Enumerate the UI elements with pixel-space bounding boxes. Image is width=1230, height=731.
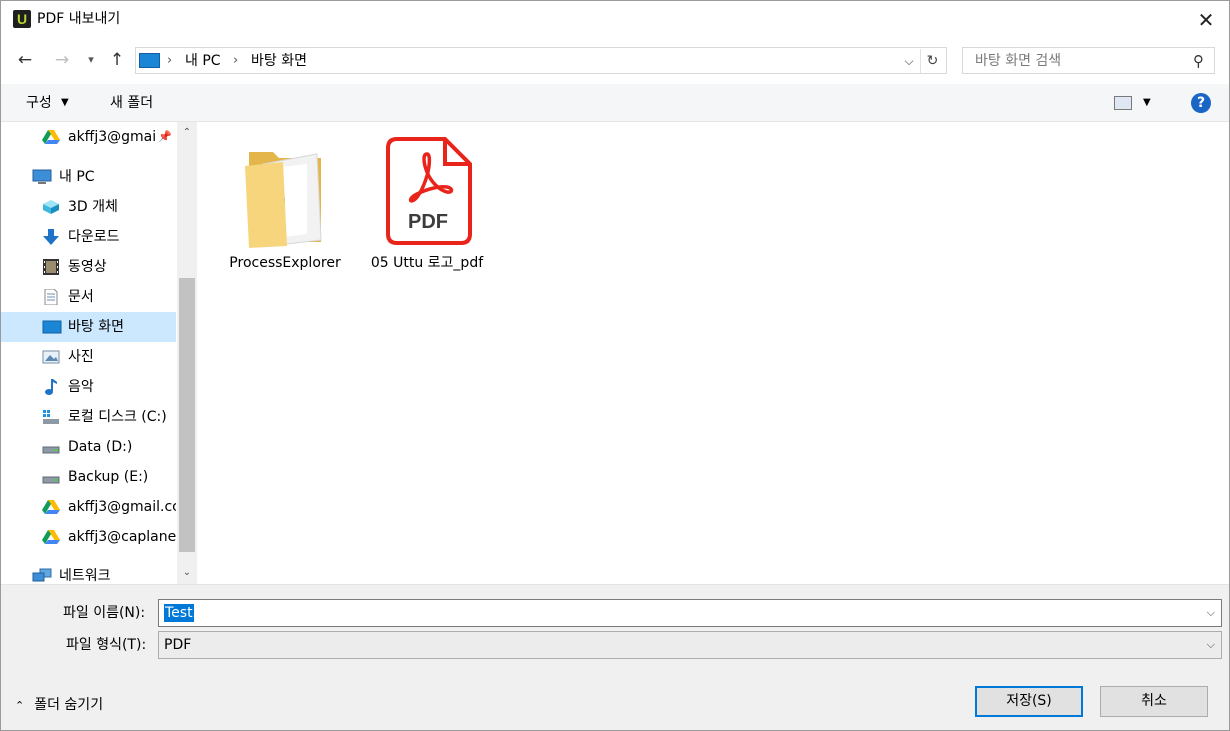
scrollbar-thumb[interactable] xyxy=(179,278,195,552)
file-type-label: 파일 형식(T): xyxy=(66,637,147,653)
address-history-chevron-icon[interactable]: ⌵ xyxy=(900,51,918,71)
video-icon xyxy=(43,259,59,275)
search-placeholder: 바탕 화면 검색 xyxy=(975,53,1062,69)
pdf-export-dialog: U PDF 내보내기 ✕ ← → ▾ ↑ › 내 PC › 바탕 화면 ⌵ ↻ … xyxy=(0,0,1230,731)
nav-item-google-drive-caplanet[interactable]: akffj3@caplanet xyxy=(1,522,176,552)
3d-objects-icon xyxy=(43,200,59,214)
navigation-bar: ← → ▾ ↑ › 내 PC › 바탕 화면 ⌵ ↻ 바탕 화면 검색 ⚲ xyxy=(1,38,1229,84)
breadcrumb-my-pc[interactable]: 내 PC xyxy=(185,52,221,70)
google-drive-icon xyxy=(42,530,60,544)
google-drive-icon xyxy=(42,500,60,514)
folder-icon xyxy=(245,152,322,248)
pdf-badge-text: PDF xyxy=(408,211,448,233)
help-icon[interactable]: ? xyxy=(1191,93,1211,113)
desktop-icon xyxy=(42,320,62,334)
file-name-input[interactable]: Test ⌵ xyxy=(158,599,1222,627)
network-icon xyxy=(32,568,52,582)
desktop-location-icon xyxy=(139,53,160,68)
file-type-value: PDF xyxy=(164,637,192,653)
nav-item-google-drive-pinned[interactable]: akffj3@gmai 📌 xyxy=(1,122,176,152)
file-item-pdf[interactable]: PDF 05 Uttu 로고_pdf xyxy=(365,130,489,280)
save-button[interactable]: 저장(S) xyxy=(975,686,1083,717)
nav-pane-scrollbar[interactable]: ⌃ ⌄ xyxy=(177,122,197,584)
chevron-up-icon: ⌃ xyxy=(15,699,25,712)
google-drive-icon xyxy=(42,130,60,144)
breadcrumb-separator-icon[interactable]: › xyxy=(233,52,238,70)
nav-item-3d-objects[interactable]: 3D 개체 xyxy=(1,192,176,222)
document-icon xyxy=(44,289,58,305)
address-bar[interactable]: › 내 PC › 바탕 화면 ⌵ ↻ xyxy=(135,47,947,74)
forward-arrow-icon[interactable]: → xyxy=(50,48,74,72)
change-view-icon[interactable] xyxy=(1114,96,1132,110)
view-options-caret-icon[interactable]: ▼ xyxy=(1143,94,1151,112)
close-icon[interactable]: ✕ xyxy=(1191,5,1221,35)
file-type-select[interactable]: PDF ⌵ xyxy=(158,631,1222,659)
nav-item-data-d[interactable]: Data (D:) xyxy=(1,432,176,462)
computer-icon xyxy=(32,169,52,184)
breadcrumb-separator-icon[interactable]: › xyxy=(167,52,172,70)
organize-button[interactable]: 구성 xyxy=(26,94,52,112)
music-icon xyxy=(45,379,57,395)
nav-item-my-pc[interactable]: 내 PC xyxy=(1,162,176,192)
scroll-down-icon[interactable]: ⌄ xyxy=(177,564,197,582)
breadcrumb-desktop[interactable]: 바탕 화면 xyxy=(251,52,307,70)
nav-item-backup-e[interactable]: Backup (E:) xyxy=(1,462,176,492)
pin-icon[interactable]: 📌 xyxy=(158,130,172,143)
scroll-up-icon[interactable]: ⌃ xyxy=(177,124,197,142)
up-arrow-icon[interactable]: ↑ xyxy=(105,48,129,72)
refresh-icon[interactable]: ↻ xyxy=(920,49,944,73)
back-arrow-icon[interactable]: ← xyxy=(13,48,37,72)
file-name-history-chevron-icon[interactable]: ⌵ xyxy=(1207,605,1215,621)
nav-item-local-disk-c[interactable]: 로컬 디스크 (C:) xyxy=(1,402,176,432)
nav-item-documents[interactable]: 문서 xyxy=(1,282,176,312)
local-disk-icon xyxy=(43,410,59,424)
drive-icon xyxy=(42,446,60,454)
recent-locations-chevron-icon[interactable]: ▾ xyxy=(81,48,101,72)
nav-item-pictures[interactable]: 사진 xyxy=(1,342,176,372)
file-name-label: 05 Uttu 로고_pdf xyxy=(370,255,484,271)
title-bar: U PDF 내보내기 ✕ xyxy=(1,1,1229,38)
hide-folders-toggle[interactable]: ⌃ 폴더 숨기기 xyxy=(15,696,103,715)
file-type-chevron-icon[interactable]: ⌵ xyxy=(1207,637,1215,653)
file-name-value[interactable]: Test xyxy=(164,604,194,622)
file-list-area[interactable]: ProcessExplorer PDF 05 Uttu 로고_pdf xyxy=(197,122,1229,584)
search-box[interactable]: 바탕 화면 검색 ⚲ xyxy=(962,47,1215,74)
nav-item-downloads[interactable]: 다운로드 xyxy=(1,222,176,252)
hide-folders-label: 폴더 숨기기 xyxy=(34,697,104,713)
drive-icon xyxy=(42,476,60,484)
download-icon xyxy=(43,229,59,245)
cancel-button[interactable]: 취소 xyxy=(1100,686,1208,717)
file-name-label: 파일 이름(N): xyxy=(63,605,146,621)
organize-caret-icon[interactable]: ▼ xyxy=(61,94,69,112)
nav-item-desktop[interactable]: 바탕 화면 xyxy=(1,312,176,342)
window-title: PDF 내보내기 xyxy=(37,11,121,27)
file-item-folder[interactable]: ProcessExplorer xyxy=(223,130,347,280)
picture-icon xyxy=(42,350,60,364)
app-logo-icon: U xyxy=(13,10,31,28)
nav-item-videos[interactable]: 동영상 xyxy=(1,252,176,282)
command-toolbar: 구성 ▼ 새 폴더 ▼ ? xyxy=(1,84,1229,122)
navigation-pane: akffj3@gmai 📌 내 PC 3D 개체 다운로드 동영상 문서 바탕 … xyxy=(1,122,197,584)
file-name-label: ProcessExplorer xyxy=(229,255,341,271)
new-folder-button[interactable]: 새 폴더 xyxy=(110,94,153,112)
search-icon[interactable]: ⚲ xyxy=(1193,52,1204,70)
nav-item-google-drive-gmail[interactable]: akffj3@gmail.cc xyxy=(1,492,176,522)
nav-item-music[interactable]: 음악 xyxy=(1,372,176,402)
save-options-panel: 파일 이름(N): Test ⌵ 파일 형식(T): PDF ⌵ ⌃ 폴더 숨기기… xyxy=(1,584,1229,730)
